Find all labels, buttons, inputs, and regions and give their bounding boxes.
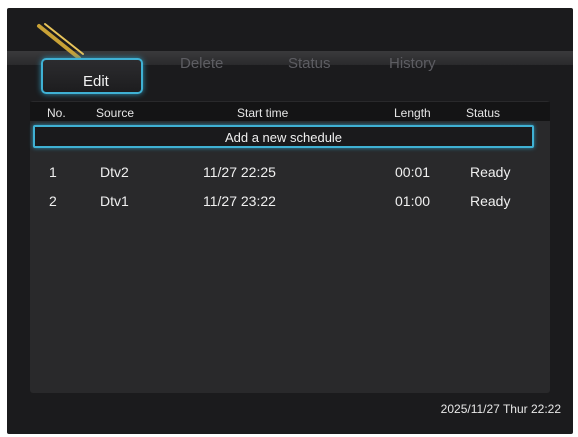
row-start-time: 11/27 22:25 (203, 164, 276, 180)
table-header: No. Source Start time Length Status (30, 102, 550, 121)
tab-edit-label: Edit (83, 73, 109, 90)
row-status: Ready (470, 164, 511, 180)
row-no: 1 (49, 164, 57, 180)
row-source: Dtv2 (100, 164, 129, 180)
tab-delete[interactable]: Delete (180, 55, 223, 72)
row-length: 00:01 (395, 164, 431, 180)
row-length: 01:00 (395, 193, 431, 209)
pencil-logo-icon (37, 23, 84, 60)
tab-edit[interactable]: Edit (41, 58, 143, 94)
add-schedule-row[interactable]: Add a new schedule (33, 125, 534, 148)
row-source: Dtv1 (100, 193, 129, 209)
row-start-time: 11/27 23:22 (203, 193, 276, 209)
row-status: Ready (470, 193, 511, 209)
header-start-time: Start time (237, 106, 289, 120)
header-status: Status (466, 106, 501, 120)
header-source: Source (96, 106, 135, 120)
date-time-display: 2025/11/27 Thur 22:22 (440, 402, 561, 416)
tv-screen: Edit Delete Status History No. Source St… (7, 8, 573, 434)
header-no: No. (47, 106, 66, 120)
header-length: Length (394, 106, 431, 120)
add-schedule-label: Add a new schedule (224, 130, 343, 145)
row-no: 2 (49, 193, 57, 209)
tab-history[interactable]: History (389, 55, 436, 72)
schedule-panel: No. Source Start time Length Status Add … (30, 101, 550, 393)
tab-status[interactable]: Status (288, 55, 331, 72)
